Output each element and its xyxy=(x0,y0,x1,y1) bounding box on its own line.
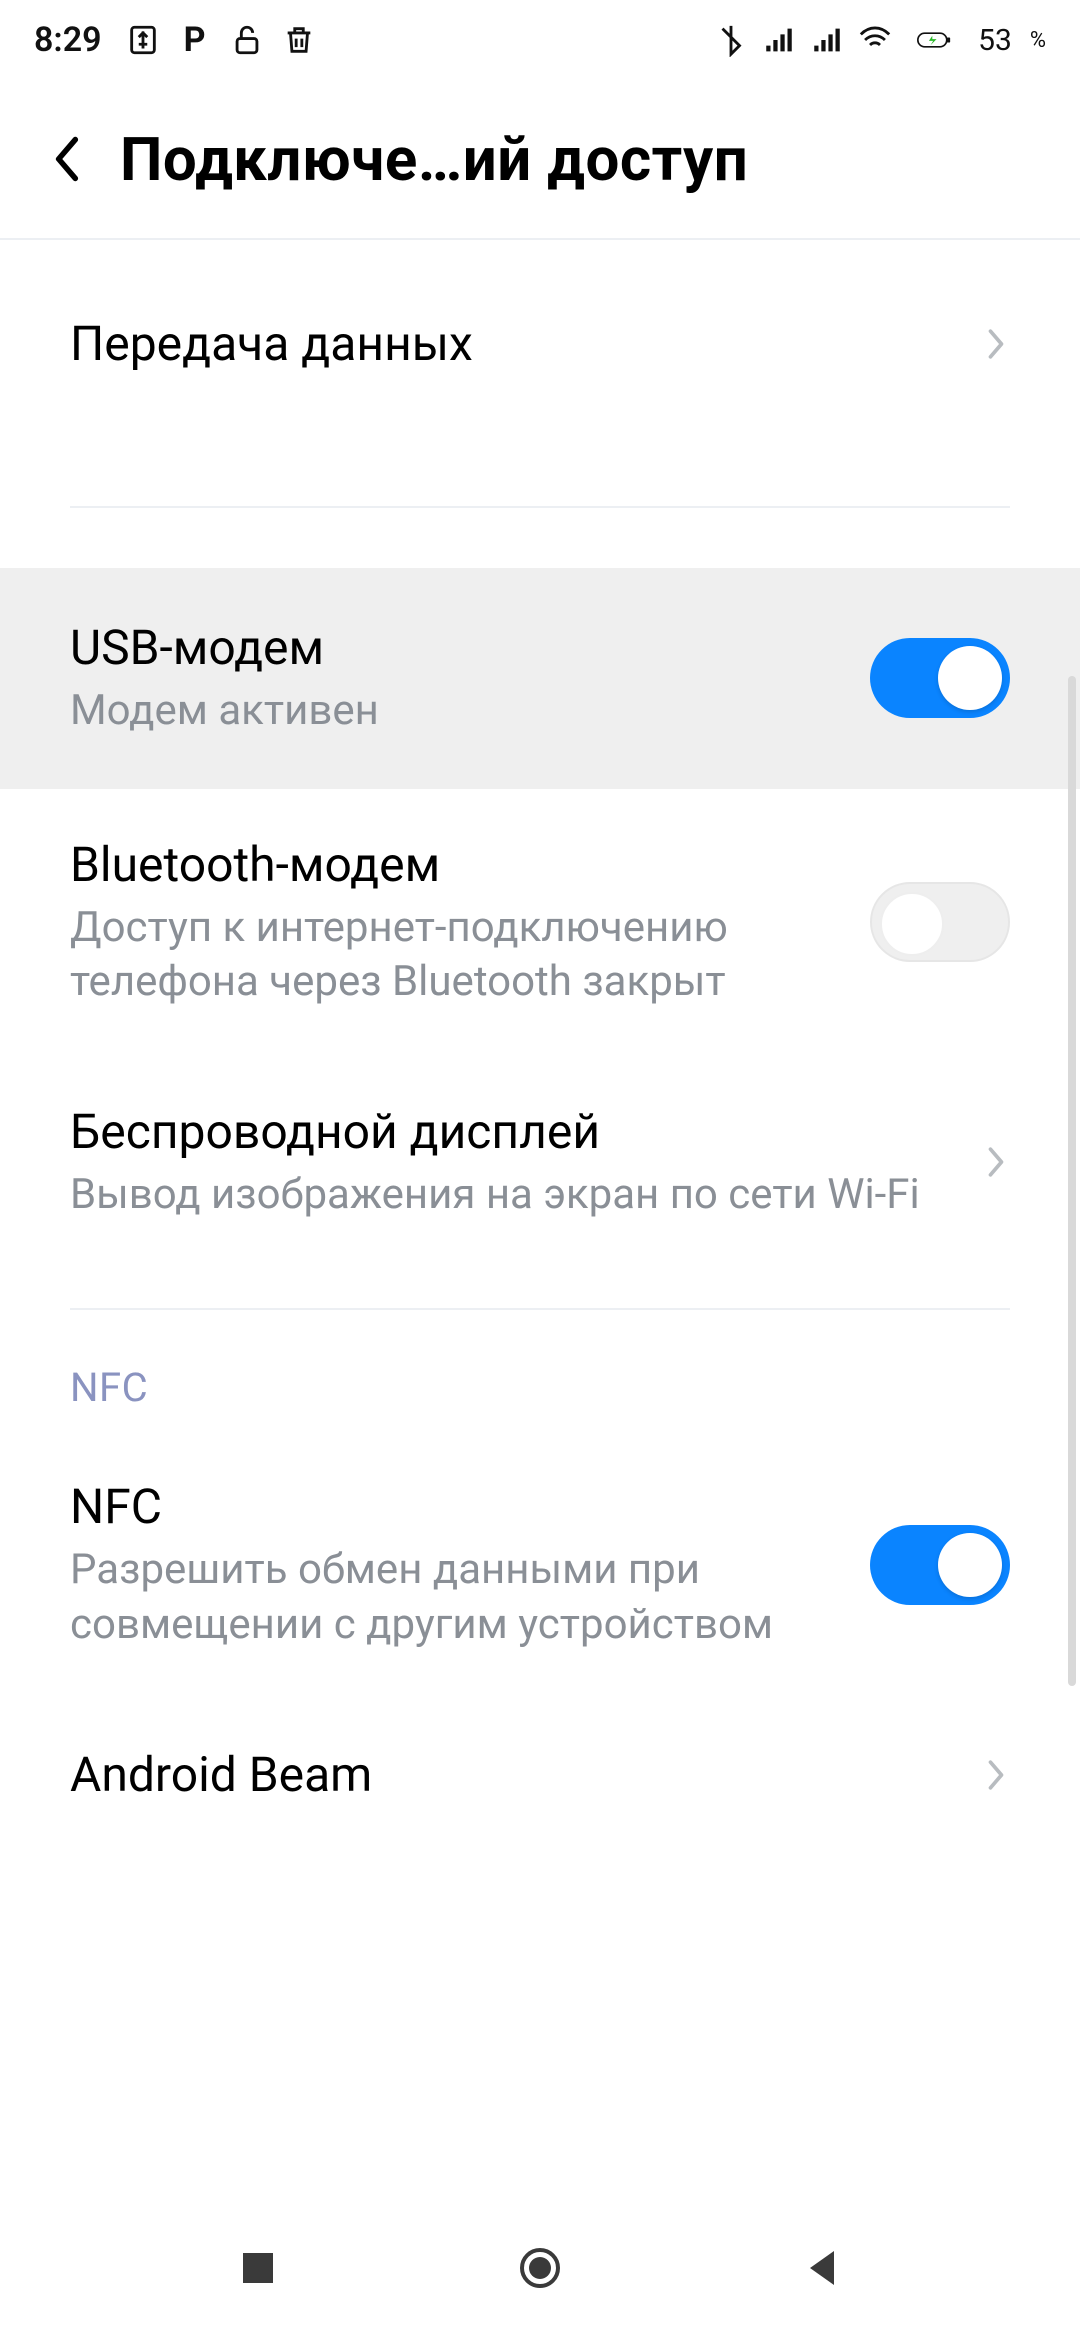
section-divider xyxy=(70,448,1010,508)
unlock-icon xyxy=(230,23,264,57)
row-wireless-display[interactable]: Беспроводной дисплей Вывод изображения н… xyxy=(0,1056,1080,1269)
row-subtitle: Разрешить обмен данными при совмещении с… xyxy=(70,1543,850,1652)
toggle-usb-modem[interactable] xyxy=(870,638,1010,718)
section-heading-nfc: NFC xyxy=(0,1310,1080,1431)
wifi-icon xyxy=(858,23,892,57)
row-subtitle: Вывод изображения на экран по сети Wi-Fi xyxy=(70,1168,962,1223)
row-bt-modem[interactable]: Bluetooth-модем Доступ к интернет-подклю… xyxy=(0,789,1080,1056)
status-bar-right: 53 % xyxy=(714,23,1046,58)
row-subtitle: Доступ к интернет-подключению телефона ч… xyxy=(70,901,850,1010)
row-android-beam[interactable]: Android Beam xyxy=(0,1699,1080,1805)
chevron-right-icon xyxy=(982,1143,1010,1181)
row-nfc[interactable]: NFC Разрешить обмен данными при совмещен… xyxy=(0,1431,1080,1698)
battery-charging-icon xyxy=(906,23,962,57)
status-time: 8:29 xyxy=(34,20,102,60)
row-label: Android Beam xyxy=(70,1745,962,1805)
settings-list: Передача данных USB-модем Модем активен … xyxy=(0,240,1080,2200)
row-data-transfer[interactable]: Передача данных xyxy=(0,240,1080,448)
usb-icon xyxy=(126,23,160,57)
battery-percent: 53 xyxy=(978,23,1012,58)
row-label: Беспроводной дисплей xyxy=(70,1102,962,1162)
navigation-bar xyxy=(0,2200,1080,2340)
trash-icon xyxy=(282,23,316,57)
row-usb-modem[interactable]: USB-модем Модем активен xyxy=(0,568,1080,789)
toggle-nfc[interactable] xyxy=(870,1525,1010,1605)
p-icon: P xyxy=(178,23,212,57)
scrollbar[interactable] xyxy=(1068,676,1076,1686)
row-subtitle: Модем активен xyxy=(70,684,850,739)
battery-percent-symbol: % xyxy=(1030,28,1046,53)
row-label: Передача данных xyxy=(70,286,962,402)
bluetooth-icon xyxy=(714,23,748,57)
signal-icon xyxy=(762,23,796,57)
row-label: Bluetooth-модем xyxy=(70,835,850,895)
page-title: Подключе…ий доступ xyxy=(120,124,1030,195)
nav-back-button[interactable] xyxy=(798,2243,848,2297)
chevron-right-icon xyxy=(982,325,1010,363)
nav-home-button[interactable] xyxy=(515,2243,565,2297)
signal-icon xyxy=(810,23,844,57)
chevron-right-icon xyxy=(982,1756,1010,1794)
spacer xyxy=(0,508,1080,568)
back-button[interactable] xyxy=(50,134,120,184)
app-header: Подключе…ий доступ xyxy=(0,80,1080,240)
status-bar: 8:29 P 53 % xyxy=(0,0,1080,80)
toggle-bt-modem[interactable] xyxy=(870,882,1010,962)
nav-recent-button[interactable] xyxy=(233,2243,283,2297)
row-label: USB-модем xyxy=(70,618,850,678)
status-bar-left: 8:29 P xyxy=(34,20,316,60)
row-label: NFC xyxy=(70,1477,850,1537)
